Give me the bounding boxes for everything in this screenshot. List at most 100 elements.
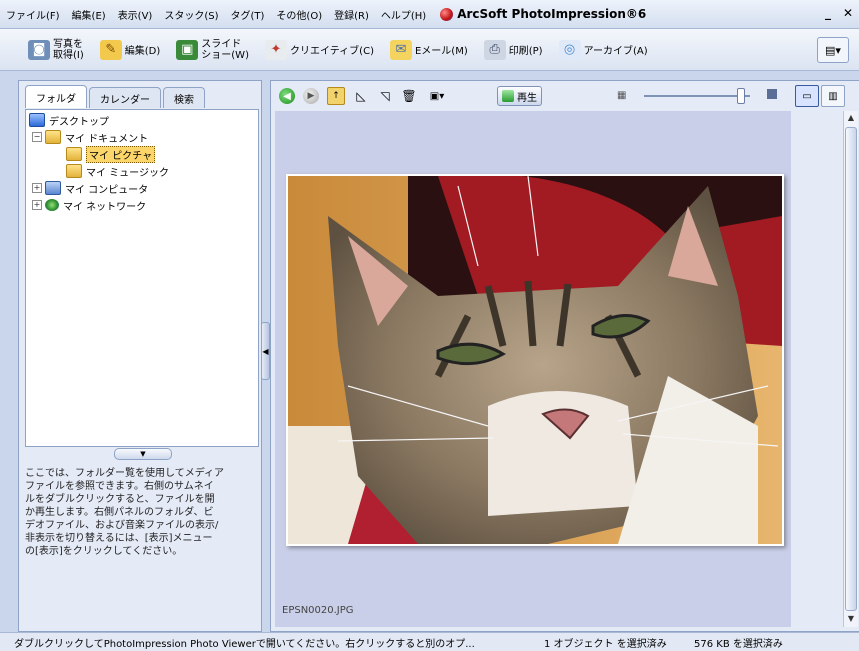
play-icon (502, 90, 514, 102)
help-line: 非表示を切り替えるには、[表示]メニュー (25, 533, 213, 544)
menu-register[interactable]: 登録(R) (328, 7, 375, 22)
thumbnail-small-icon: ▦ (617, 90, 627, 101)
print-label: 印刷(P) (508, 46, 543, 57)
thumbnail-view-icon: ▥ (828, 90, 838, 102)
status-selected-count: 1 オブジェクト を選択済み (544, 638, 667, 650)
panel-splitter[interactable]: ◀ (261, 322, 270, 380)
folder-icon (66, 147, 82, 161)
print-button[interactable]: ⎙ 印刷(P) (483, 39, 543, 60)
thumbnail-size-slider[interactable] (644, 95, 750, 97)
slideshow-label-1: スライド (201, 38, 242, 50)
menu-tag[interactable]: タグ(T) (225, 7, 271, 22)
computer-icon (45, 181, 61, 195)
panel-tabs: フォルダ カレンダー 検索 (25, 85, 207, 109)
menu-file[interactable]: ファイル(F) (0, 7, 66, 22)
status-selected-size: 576 KB を選択済み (694, 638, 783, 650)
tree-item-desktop[interactable]: デスクトップ (29, 112, 109, 128)
tree-label: デスクトップ (49, 116, 109, 128)
tree-item-my-network[interactable]: + マイ ネットワーク (32, 197, 146, 213)
menu-bar: ファイル(F) 編集(E) 表示(V) スタック(S) タグ(T) その他(O)… (0, 0, 859, 29)
single-view-icon: ▭ (802, 90, 812, 102)
expand-icon[interactable]: + (32, 200, 42, 210)
menu-stack[interactable]: スタック(S) (158, 7, 224, 22)
photo-viewer-area[interactable]: EPSN0020.JPG (275, 111, 791, 627)
rotate-left-icon[interactable]: ◺ (353, 88, 369, 104)
email-button[interactable]: ✉ Eメール(M) (389, 39, 468, 60)
menu-help[interactable]: ヘルプ(H) (375, 7, 432, 22)
slideshow-label-2: ショー(W) (201, 49, 249, 61)
print-icon: ⎙ (483, 39, 506, 60)
get-photos-label-1: 写真を (53, 38, 83, 50)
archive-label: アーカイブ(A) (583, 46, 648, 57)
tree-label: マイ コンピュータ (65, 184, 149, 196)
tab-calendar[interactable]: カレンダー (89, 87, 161, 108)
viewer-scrollbar[interactable]: ▲ ▼ (843, 111, 858, 627)
menu-view[interactable]: 表示(V) (112, 7, 159, 22)
photo-preview[interactable] (286, 174, 784, 546)
select-menu-icon[interactable]: ▣▾ (425, 88, 449, 104)
layout-toggle-button[interactable]: ▤▾ (817, 37, 849, 63)
back-icon[interactable]: ◀ (279, 88, 295, 104)
slider-thumb[interactable] (737, 88, 745, 104)
help-line: デオファイル、および音楽ファイルの表示/ (25, 520, 219, 531)
menu-other[interactable]: その他(O) (270, 7, 328, 22)
help-text: ここでは、フォルダー覧を使用してメディア ファイルを参照できます。右側のサムネイ… (25, 467, 257, 558)
window-controls: _ ✕ (825, 6, 853, 20)
tab-search[interactable]: 検索 (163, 87, 205, 108)
play-button[interactable]: 再生 (497, 86, 542, 106)
main-toolbar: ◙ 写真を 取得(I) ✎ 編集(D) ▣ スライド ショー(W) ✦ クリエイティ… (0, 29, 859, 71)
creative-icon: ✦ (264, 39, 287, 60)
tree-label: マイ ドキュメント (65, 133, 149, 145)
collapse-icon[interactable]: − (32, 132, 42, 142)
tree-item-my-documents[interactable]: − マイ ドキュメント (32, 129, 148, 145)
status-message: ダブルクリックしてPhotoImpression Photo Viewerで開い… (14, 638, 475, 650)
creative-button[interactable]: ✦ クリエイティブ(C) (264, 39, 374, 60)
edit-icon: ✎ (99, 39, 122, 60)
folder-up-icon[interactable]: ↑ (327, 87, 345, 105)
scroll-up-icon[interactable]: ▲ (845, 111, 857, 125)
chevron-left-icon: ◀ (262, 346, 269, 356)
network-icon (45, 199, 59, 211)
help-collapse-handle[interactable]: ▼ (114, 448, 172, 460)
minimize-button[interactable]: _ (825, 6, 831, 20)
close-button[interactable]: ✕ (843, 6, 853, 20)
edit-label: 編集(D) (124, 46, 161, 57)
folder-panel: フォルダ カレンダー 検索 デスクトップ − マイ ドキュメント マイ ピクチャ… (18, 80, 262, 632)
menu-edit[interactable]: 編集(E) (66, 7, 112, 22)
get-photos-button[interactable]: ◙ 写真を 取得(I) (28, 39, 84, 61)
scroll-down-icon[interactable]: ▼ (845, 612, 857, 626)
viewer-panel: ◀ ▶ ↑ ◺ ◹ 🗑 ▣▾ 再生 ▦ ▭ ▥ EPSN0020.JPG ▲ ▼ (270, 80, 859, 632)
status-bar: ダブルクリックしてPhotoImpression Photo Viewerで開い… (0, 632, 859, 651)
photo-file-name: EPSN0020.JPG (282, 605, 354, 616)
slideshow-icon: ▣ (176, 39, 199, 60)
help-line: ファイルを参照できます。右側のサムネイ (25, 481, 214, 492)
tree-label: マイ ピクチャ (86, 145, 156, 163)
delete-icon[interactable]: 🗑 (401, 88, 417, 104)
archive-button[interactable]: ◎ アーカイブ(A) (558, 39, 648, 60)
desktop-icon (29, 113, 45, 127)
app-title: ArcSoft PhotoImpression®6 (440, 7, 646, 21)
help-line: か再生します。右側パネルのフォルダ、ビ (25, 507, 214, 518)
chevron-down-icon: ▼ (140, 450, 146, 458)
edit-button[interactable]: ✎ 編集(D) (99, 39, 161, 60)
help-line: の[表示]をクリックしてください。 (25, 546, 183, 557)
thumbnail-view-button[interactable]: ▥ (821, 85, 845, 107)
email-label: Eメール(M) (414, 46, 468, 57)
tab-folder[interactable]: フォルダ (25, 85, 87, 108)
slideshow-button[interactable]: ▣ スライド ショー(W) (176, 39, 249, 61)
arcsoft-logo-icon (440, 7, 454, 21)
camera-icon: ◙ (28, 39, 50, 60)
tree-label: マイ ミュージック (86, 167, 169, 179)
forward-icon[interactable]: ▶ (303, 88, 319, 104)
get-photos-label-2: 取得(I) (53, 49, 84, 61)
play-label: 再生 (517, 92, 537, 104)
archive-icon: ◎ (558, 39, 581, 60)
single-view-button[interactable]: ▭ (795, 85, 819, 107)
scrollbar-thumb[interactable] (845, 127, 857, 611)
expand-icon[interactable]: + (32, 183, 42, 193)
tree-item-my-pictures[interactable]: マイ ピクチャ (66, 145, 156, 163)
rotate-right-icon[interactable]: ◹ (377, 88, 393, 104)
tree-item-my-computer[interactable]: + マイ コンピュータ (32, 180, 148, 196)
folder-tree: デスクトップ − マイ ドキュメント マイ ピクチャ マイ ミュージック + マ… (25, 109, 259, 447)
tree-item-my-music[interactable]: マイ ミュージック (66, 163, 169, 179)
